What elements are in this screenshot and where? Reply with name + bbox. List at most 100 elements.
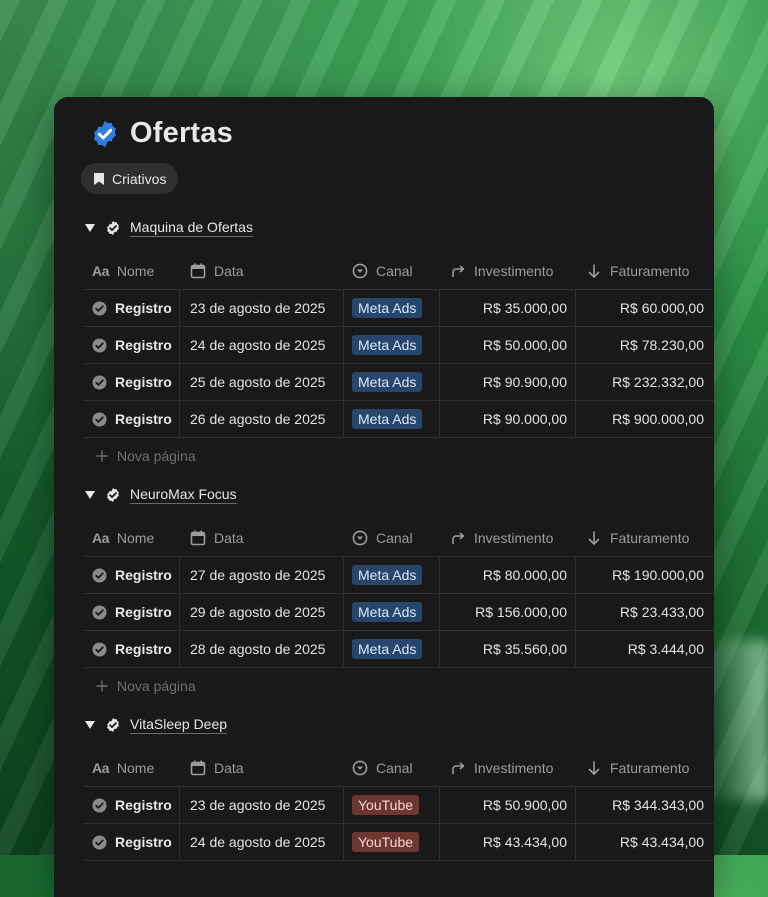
column-label: Data: [214, 263, 244, 279]
column-header-canal[interactable]: Canal: [344, 520, 440, 556]
column-header-data[interactable]: Data: [180, 253, 344, 289]
column-header-faturamento[interactable]: Faturamento: [576, 750, 712, 786]
cell-faturamento[interactable]: R$ 190.000,00: [576, 557, 712, 593]
cell-data[interactable]: 25 de agosto de 2025: [180, 364, 344, 400]
cell-data[interactable]: 29 de agosto de 2025: [180, 594, 344, 630]
table-body: Registro 27 de agosto de 2025 Meta Ads R…: [84, 557, 714, 668]
cell-data[interactable]: 28 de agosto de 2025: [180, 631, 344, 667]
column-header-investimento[interactable]: Investimento: [440, 520, 576, 556]
cell-nome[interactable]: Registro: [84, 594, 180, 630]
cell-canal[interactable]: Meta Ads: [344, 631, 440, 667]
check-badge-icon: [105, 487, 121, 503]
check-circle-icon: [92, 374, 107, 390]
row-revenue: R$ 190.000,00: [612, 567, 704, 583]
cell-faturamento[interactable]: R$ 344.343,00: [576, 787, 712, 823]
column-label: Data: [214, 530, 244, 546]
cell-faturamento[interactable]: R$ 23.433,00: [576, 594, 712, 630]
cell-canal[interactable]: Meta Ads: [344, 327, 440, 363]
table-row[interactable]: Registro 26 de agosto de 2025 Meta Ads R…: [84, 401, 714, 438]
row-name: Registro: [115, 374, 172, 390]
check-circle-icon: [92, 411, 107, 427]
row-revenue: R$ 23.433,00: [619, 604, 704, 620]
channel-tag: Meta Ads: [352, 639, 423, 659]
cell-investimento[interactable]: R$ 50.900,00: [440, 787, 576, 823]
check-badge-icon: [105, 220, 121, 236]
cell-nome[interactable]: Registro: [84, 631, 180, 667]
cell-canal[interactable]: Meta Ads: [344, 594, 440, 630]
cell-nome[interactable]: Registro: [84, 290, 180, 326]
column-header-nome[interactable]: Aa Nome: [84, 253, 180, 289]
row-investment: R$ 80.000,00: [482, 567, 567, 583]
group-title[interactable]: NeuroMax Focus: [130, 486, 237, 504]
cell-faturamento[interactable]: R$ 60.000,00: [576, 290, 712, 326]
column-header-faturamento[interactable]: Faturamento: [576, 253, 712, 289]
group-title[interactable]: Maquina de Ofertas: [130, 219, 253, 237]
view-tab-label: Criativos: [112, 170, 167, 187]
cell-faturamento[interactable]: R$ 3.444,00: [576, 631, 712, 667]
table-row[interactable]: Registro 25 de agosto de 2025 Meta Ads R…: [84, 364, 714, 401]
table-row[interactable]: Registro 27 de agosto de 2025 Meta Ads R…: [84, 557, 714, 594]
cell-data[interactable]: 26 de agosto de 2025: [180, 401, 344, 437]
cell-nome[interactable]: Registro: [84, 327, 180, 363]
table-row[interactable]: Registro 28 de agosto de 2025 Meta Ads R…: [84, 631, 714, 668]
table-row[interactable]: Registro 23 de agosto de 2025 Meta Ads R…: [84, 290, 714, 327]
toggle-triangle-icon[interactable]: [84, 491, 96, 499]
row-investment: R$ 43.434,00: [482, 834, 567, 850]
view-tab-criativos[interactable]: Criativos: [81, 163, 179, 194]
cell-canal[interactable]: Meta Ads: [344, 557, 440, 593]
row-revenue: R$ 43.434,00: [619, 834, 704, 850]
cell-nome[interactable]: Registro: [84, 364, 180, 400]
cell-investimento[interactable]: R$ 80.000,00: [440, 557, 576, 593]
cell-investimento[interactable]: R$ 90.000,00: [440, 401, 576, 437]
cell-investimento[interactable]: R$ 156.000,00: [440, 594, 576, 630]
cell-nome[interactable]: Registro: [84, 787, 180, 823]
column-label: Canal: [376, 530, 413, 546]
column-label: Faturamento: [610, 263, 690, 279]
cell-data[interactable]: 27 de agosto de 2025: [180, 557, 344, 593]
cell-data[interactable]: 24 de agosto de 2025: [180, 327, 344, 363]
verified-badge-icon[interactable]: [90, 119, 120, 149]
new-page-button[interactable]: Nova página: [84, 438, 714, 474]
new-page-label: Nova página: [117, 678, 196, 694]
toggle-triangle-icon[interactable]: [84, 721, 96, 729]
cell-investimento[interactable]: R$ 35.560,00: [440, 631, 576, 667]
channel-tag: YouTube: [352, 795, 420, 815]
channel-tag: Meta Ads: [352, 372, 423, 392]
cell-investimento[interactable]: R$ 35.000,00: [440, 290, 576, 326]
cell-canal[interactable]: Meta Ads: [344, 364, 440, 400]
table-header: Aa Nome Data Canal Investimento Faturame…: [84, 750, 714, 787]
cell-faturamento[interactable]: R$ 78.230,00: [576, 327, 712, 363]
column-label: Investimento: [474, 530, 554, 546]
table-row[interactable]: Registro 24 de agosto de 2025 YouTube R$…: [84, 824, 714, 861]
table-body: Registro 23 de agosto de 2025 Meta Ads R…: [84, 290, 714, 438]
cell-investimento[interactable]: R$ 90.900,00: [440, 364, 576, 400]
column-header-data[interactable]: Data: [180, 520, 344, 556]
column-header-canal[interactable]: Canal: [344, 750, 440, 786]
group-title[interactable]: VitaSleep Deep: [130, 716, 228, 734]
column-header-canal[interactable]: Canal: [344, 253, 440, 289]
column-header-investimento[interactable]: Investimento: [440, 750, 576, 786]
table-row[interactable]: Registro 24 de agosto de 2025 Meta Ads R…: [84, 327, 714, 364]
column-header-nome[interactable]: Aa Nome: [84, 520, 180, 556]
new-page-button[interactable]: Nova página: [84, 668, 714, 704]
column-header-faturamento[interactable]: Faturamento: [576, 520, 712, 556]
cell-canal[interactable]: Meta Ads: [344, 290, 440, 326]
cell-nome[interactable]: Registro: [84, 557, 180, 593]
column-header-investimento[interactable]: Investimento: [440, 253, 576, 289]
cell-canal[interactable]: YouTube: [344, 787, 440, 823]
table-row[interactable]: Registro 23 de agosto de 2025 YouTube R$…: [84, 787, 714, 824]
column-header-nome[interactable]: Aa Nome: [84, 750, 180, 786]
toggle-triangle-icon[interactable]: [84, 224, 96, 232]
select-type-icon: [352, 263, 368, 279]
cell-data[interactable]: 23 de agosto de 2025: [180, 787, 344, 823]
cell-nome[interactable]: Registro: [84, 401, 180, 437]
table-row[interactable]: Registro 29 de agosto de 2025 Meta Ads R…: [84, 594, 714, 631]
cell-faturamento[interactable]: R$ 900.000,00: [576, 401, 712, 437]
group-header: Maquina de Ofertas: [84, 215, 714, 241]
column-header-data[interactable]: Data: [180, 750, 344, 786]
cell-canal[interactable]: Meta Ads: [344, 401, 440, 437]
row-revenue: R$ 232.332,00: [612, 374, 704, 390]
cell-data[interactable]: 23 de agosto de 2025: [180, 290, 344, 326]
cell-faturamento[interactable]: R$ 232.332,00: [576, 364, 712, 400]
cell-investimento[interactable]: R$ 50.000,00: [440, 327, 576, 363]
